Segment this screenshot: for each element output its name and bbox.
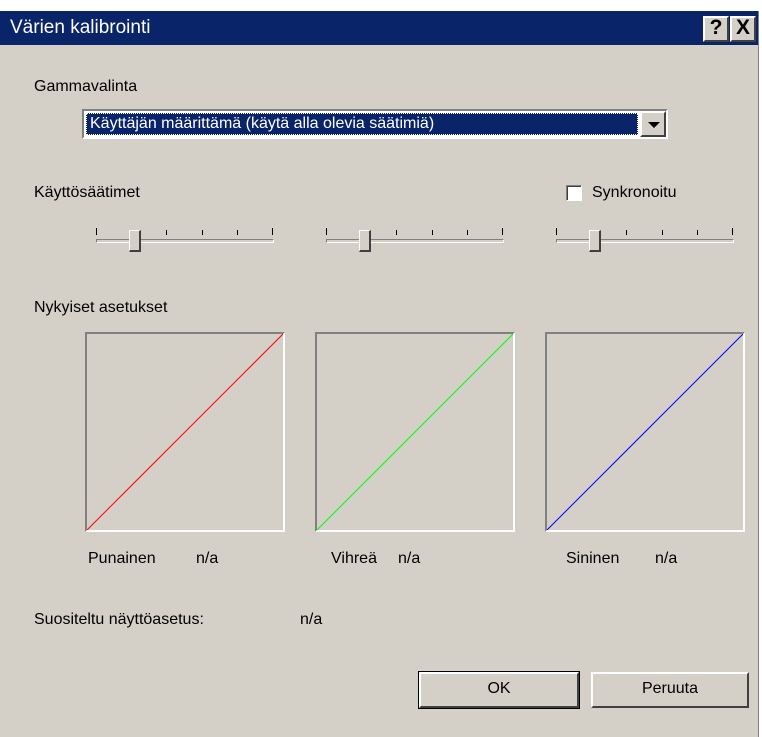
slider-thumb[interactable] [589, 230, 601, 252]
slider-tick [556, 228, 557, 235]
slider-tick [626, 230, 627, 235]
synchronized-checkbox[interactable] [566, 185, 582, 201]
slider-thumb[interactable] [359, 230, 371, 252]
gamma-select-value: Käyttäjän määrittämä (käytä alla olevia … [86, 113, 638, 135]
blue-curve-line [547, 334, 743, 530]
slider-track[interactable] [96, 239, 274, 243]
slider-thumb[interactable] [129, 230, 141, 252]
green-curve-svg [317, 334, 513, 530]
title-bar[interactable]: Värien kalibrointi [0, 11, 758, 45]
slider-tick [237, 230, 238, 235]
help-button[interactable]: ? [703, 16, 729, 42]
green-slider[interactable] [322, 219, 512, 252]
synchronized-label: Synkronoitu [592, 184, 677, 201]
red-channel-label: Punainen [88, 550, 156, 567]
green-channel-label: Vihreä [331, 550, 377, 567]
top-strip [0, 0, 762, 11]
current-settings-label: Nykyiset asetukset [34, 299, 168, 316]
slider-tick [396, 230, 397, 235]
slider-tick [662, 230, 663, 235]
slider-tick [432, 230, 433, 235]
slider-tick [166, 230, 167, 235]
red-curve-line [87, 334, 283, 530]
close-button[interactable]: X [730, 16, 756, 42]
blue-channel-value: n/a [655, 550, 678, 567]
red-channel-value: n/a [196, 550, 219, 567]
slider-tick [697, 230, 698, 235]
slider-track[interactable] [326, 239, 504, 243]
slider-tick [272, 228, 273, 235]
color-calibration-dialog: Värien kalibrointi ? X Gammavalinta Käyt… [0, 0, 762, 737]
slider-tick [96, 228, 97, 235]
slider-tick [502, 228, 503, 235]
controls-label: Käyttösäätimet [34, 184, 140, 201]
window-edge [758, 11, 762, 737]
chevron-down-icon[interactable] [640, 111, 666, 137]
cancel-button[interactable]: Peruuta [591, 672, 749, 708]
gamma-select[interactable]: Käyttäjän määrittämä (käytä alla olevia … [82, 109, 668, 139]
slider-track[interactable] [556, 239, 734, 243]
slider-tick [326, 228, 327, 235]
slider-tick [467, 230, 468, 235]
green-curve-graph [315, 332, 515, 532]
ok-button[interactable]: OK [418, 671, 580, 709]
gamma-label: Gammavalinta [34, 78, 138, 95]
green-curve-line [317, 334, 513, 530]
red-curve-svg [87, 334, 283, 530]
red-curve-graph [85, 332, 285, 532]
blue-curve-graph [545, 332, 745, 532]
slider-tick [732, 228, 733, 235]
window-title: Värien kalibrointi [10, 17, 151, 38]
blue-curve-svg [547, 334, 743, 530]
green-channel-value: n/a [398, 550, 421, 567]
blue-slider[interactable] [552, 219, 742, 252]
recommended-label: Suositeltu näyttöasetus: [34, 611, 204, 628]
blue-channel-label: Sininen [566, 550, 620, 567]
slider-tick [202, 230, 203, 235]
recommended-value: n/a [300, 611, 323, 628]
red-slider[interactable] [92, 219, 282, 252]
